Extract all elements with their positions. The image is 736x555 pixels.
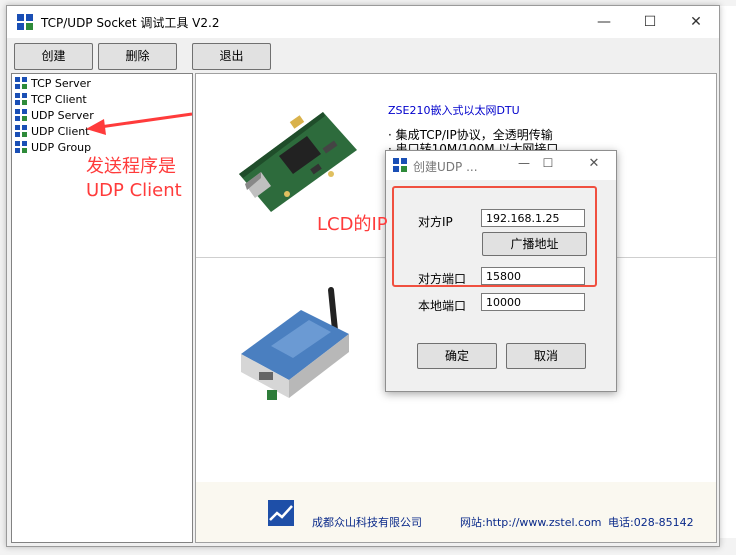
dialog-title: 创建UDP ... bbox=[413, 160, 478, 174]
local-port-label: 本地端口 bbox=[418, 299, 467, 313]
create-udp-dialog: 创建UDP ... — ☐ ✕ 对方IP 广播地址 对方端口 本地端口 确定 取… bbox=[385, 150, 617, 392]
maximize-button[interactable]: ☐ bbox=[627, 6, 673, 38]
delete-button[interactable]: 删除 bbox=[98, 43, 177, 70]
minimize-button[interactable]: — bbox=[581, 6, 627, 38]
annotation-highlight-box bbox=[392, 186, 597, 287]
socket-icon bbox=[15, 93, 27, 105]
app-icon bbox=[393, 158, 407, 172]
company-logo-icon bbox=[268, 500, 294, 526]
tree-item-udp-group[interactable]: UDP Group bbox=[15, 140, 91, 156]
product-title: ZSE210嵌入式以太网DTU bbox=[388, 104, 520, 117]
dialog-minimize-button[interactable]: — bbox=[514, 156, 534, 170]
app-icon bbox=[17, 14, 33, 30]
annotation-sender-line1: 发送程序是 bbox=[86, 156, 176, 177]
tree-item-tcp-server[interactable]: TCP Server bbox=[15, 76, 91, 92]
window-titlebar[interactable]: TCP/UDP Socket 调试工具 V2.2 — ☐ ✕ bbox=[7, 6, 719, 38]
exit-button[interactable]: 退出 bbox=[192, 43, 271, 70]
company-footer: 成都众山科技有限公司 网站:http://www.zstel.com 电话:02… bbox=[196, 482, 716, 542]
tree-item-tcp-client[interactable]: TCP Client bbox=[15, 92, 87, 108]
annotation-arrow-icon bbox=[86, 112, 193, 135]
window-title: TCP/UDP Socket 调试工具 V2.2 bbox=[41, 16, 220, 30]
tree-item-udp-client[interactable]: UDP Client bbox=[15, 124, 90, 140]
company-name: 成都众山科技有限公司 bbox=[312, 516, 422, 529]
local-port-field[interactable] bbox=[481, 293, 585, 311]
company-phone: 电话:028-85142 bbox=[608, 516, 694, 529]
dialog-close-button[interactable]: ✕ bbox=[584, 156, 604, 171]
socket-tree[interactable]: TCP Server TCP Client UDP Server UDP Cli… bbox=[11, 73, 193, 543]
tree-item-label: TCP Server bbox=[31, 77, 91, 90]
socket-icon bbox=[15, 77, 27, 89]
socket-icon bbox=[15, 141, 27, 153]
dtu-device-image bbox=[241, 287, 349, 400]
circuit-board-image bbox=[239, 112, 357, 212]
tree-item-label: UDP Group bbox=[31, 141, 92, 154]
cancel-button[interactable]: 取消 bbox=[506, 343, 586, 369]
tree-item-label: TCP Client bbox=[31, 93, 87, 106]
annotation-lcd-ip: LCD的IP bbox=[317, 214, 388, 235]
dialog-maximize-button[interactable]: ☐ bbox=[538, 156, 558, 170]
close-button[interactable]: ✕ bbox=[673, 6, 719, 38]
socket-icon bbox=[15, 109, 27, 121]
create-button[interactable]: 创建 bbox=[14, 43, 93, 70]
socket-icon bbox=[15, 125, 27, 137]
dialog-titlebar[interactable]: 创建UDP ... — ☐ ✕ bbox=[386, 151, 616, 180]
ok-button[interactable]: 确定 bbox=[417, 343, 497, 369]
annotation-sender-line2: UDP Client bbox=[86, 180, 182, 201]
company-website[interactable]: 网站:http://www.zstel.com bbox=[460, 514, 602, 530]
